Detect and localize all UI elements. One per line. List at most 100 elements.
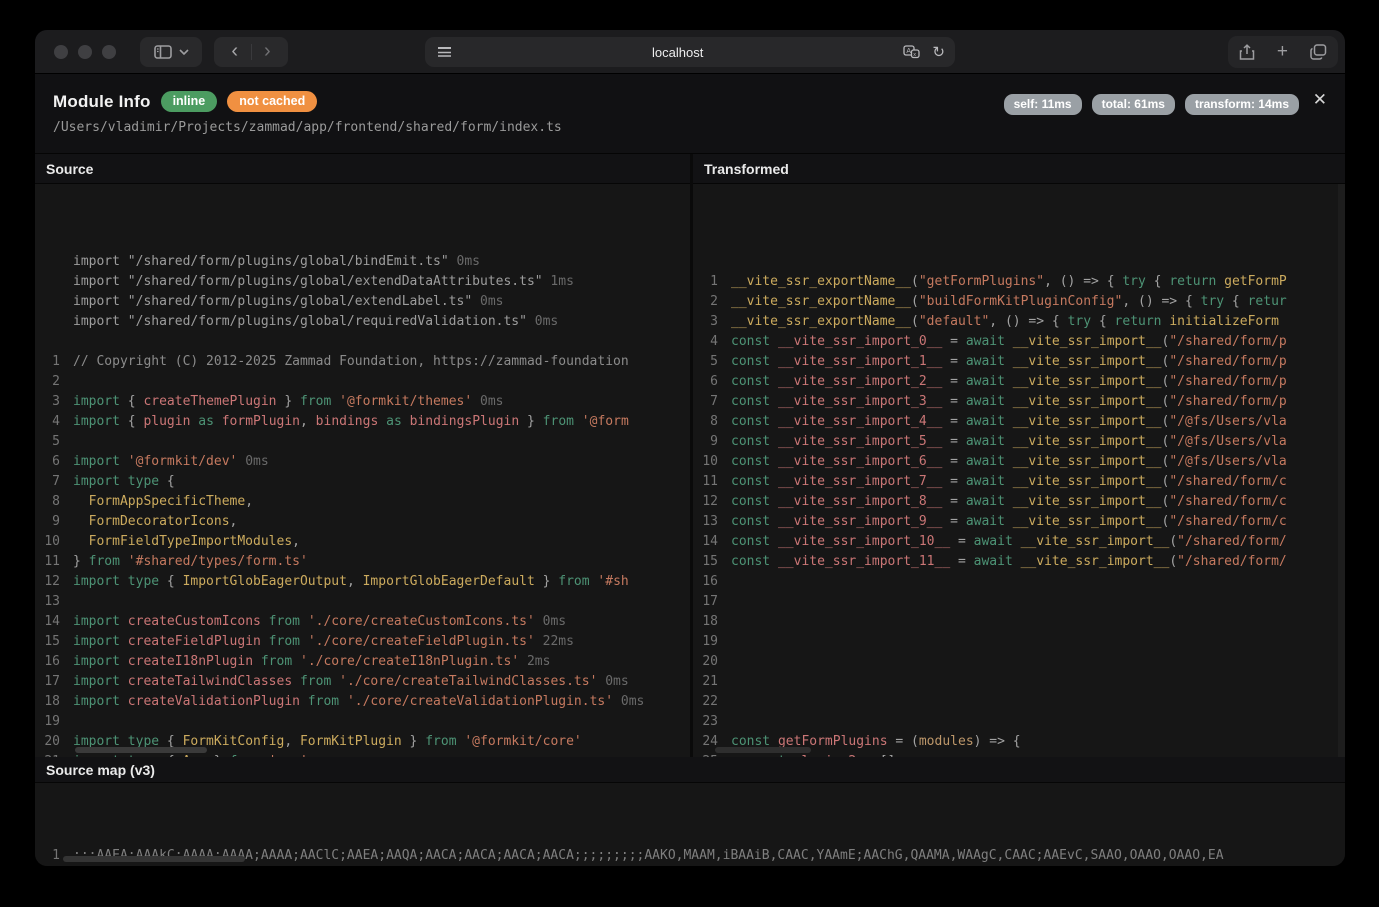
inline-badge: inline <box>161 91 218 112</box>
code-line: 10const __vite_ssr_import_6__ = await __… <box>693 452 1345 472</box>
line-number: 5 <box>693 352 731 372</box>
transformed-code-area[interactable]: 1__vite_ssr_exportName__("getFormPlugins… <box>693 184 1345 757</box>
self-time-badge: self: 11ms <box>1004 94 1082 115</box>
new-tab-button[interactable]: + <box>1277 41 1288 63</box>
sourcemap-code-area[interactable]: 1;;;AAEA;AAAkC;AAAA;AAAA;AAAA;AAClC;AAEA… <box>35 783 1345 866</box>
line-number: 20 <box>693 652 731 672</box>
line-number: 8 <box>35 492 73 512</box>
line-number: 1 <box>35 352 73 372</box>
translate-icon[interactable]: A x <box>903 45 920 59</box>
timing-badges: self: 11ms total: 61ms transform: 14ms <box>1004 94 1299 115</box>
line-number: 8 <box>693 412 731 432</box>
code-line: 11} from '#shared/types/form.ts' <box>35 552 690 572</box>
line-number: 21 <box>693 672 731 692</box>
line-number: 13 <box>693 512 731 532</box>
line-number: 14 <box>693 532 731 552</box>
line-number: 7 <box>35 472 73 492</box>
close-icon[interactable]: ✕ <box>1309 86 1331 114</box>
line-number: 3 <box>693 312 731 332</box>
nav-divider <box>251 44 252 60</box>
total-time-badge: total: 61ms <box>1092 94 1175 115</box>
code-line: 14const __vite_ssr_import_10__ = await _… <box>693 532 1345 552</box>
module-info-header: Module Info inline not cached /Users/vla… <box>35 74 1345 154</box>
code-line: 18 <box>693 612 1345 632</box>
code-line: 8 FormAppSpecificTheme, <box>35 492 690 512</box>
transformed-panel-title: Transformed <box>693 154 1345 184</box>
code-line: import "/shared/form/plugins/global/requ… <box>35 312 690 332</box>
forward-button[interactable]: › <box>264 40 271 63</box>
code-line: 6const __vite_ssr_import_2__ = await __v… <box>693 372 1345 392</box>
code-line: 12const __vite_ssr_import_8__ = await __… <box>693 492 1345 512</box>
code-line: 8const __vite_ssr_import_4__ = await __v… <box>693 412 1345 432</box>
code-line: 12import type { ImportGlobEagerOutput, I… <box>35 572 690 592</box>
code-line: 11const __vite_ssr_import_7__ = await __… <box>693 472 1345 492</box>
line-number: 12 <box>693 492 731 512</box>
code-line: 19 <box>693 632 1345 652</box>
svg-text:A: A <box>907 48 912 55</box>
transform-time-badge: transform: 14ms <box>1185 94 1299 115</box>
browser-toolbar: ‹ › localhost A x ↻ <box>35 30 1345 74</box>
line-number: 14 <box>35 612 73 632</box>
code-line: 15const __vite_ssr_import_11__ = await _… <box>693 552 1345 572</box>
line-number: 6 <box>35 452 73 472</box>
line-number: 16 <box>693 572 731 592</box>
code-line: 19 <box>35 712 690 732</box>
code-line: 4import { plugin as formPlugin, bindings… <box>35 412 690 432</box>
page-title: Module Info <box>53 92 151 112</box>
toolbar-right-buttons: + <box>1228 36 1338 68</box>
code-line: 4const __vite_ssr_import_0__ = await __v… <box>693 332 1345 352</box>
back-button[interactable]: ‹ <box>231 40 238 63</box>
source-code-area[interactable]: import "/shared/form/plugins/global/bind… <box>35 184 690 757</box>
module-path: /Users/vladimir/Projects/zammad/app/fron… <box>35 112 1345 135</box>
sourcemap-horizontal-scrollbar[interactable] <box>63 856 245 862</box>
code-line: 22 <box>693 692 1345 712</box>
line-number <box>35 252 73 272</box>
line-number: 2 <box>693 292 731 312</box>
reader-icon[interactable] <box>437 46 452 59</box>
line-number: 7 <box>693 392 731 412</box>
close-window-button[interactable] <box>54 45 68 59</box>
line-number: 15 <box>693 552 731 572</box>
line-number <box>35 292 73 312</box>
code-line: 16 <box>693 572 1345 592</box>
line-number: 9 <box>693 432 731 452</box>
line-number: 19 <box>35 712 73 732</box>
code-line: 21 <box>693 672 1345 692</box>
line-number: 2 <box>35 372 73 392</box>
transformed-panel: Transformed 1__vite_ssr_exportName__("ge… <box>690 154 1345 757</box>
line-number: 11 <box>693 472 731 492</box>
sidebar-icon <box>154 45 172 59</box>
address-bar[interactable]: localhost A x ↻ <box>425 37 955 67</box>
line-number: 1 <box>693 272 731 292</box>
traffic-lights[interactable] <box>54 45 116 59</box>
zoom-window-button[interactable] <box>102 45 116 59</box>
minimize-window-button[interactable] <box>78 45 92 59</box>
code-line: import "/shared/form/plugins/global/bind… <box>35 252 690 272</box>
line-number: 20 <box>35 732 73 752</box>
sidebar-toggle-button[interactable] <box>140 37 202 67</box>
transformed-horizontal-scrollbar[interactable] <box>715 747 811 753</box>
code-line: 17 <box>693 592 1345 612</box>
code-line: 10 FormFieldTypeImportModules, <box>35 532 690 552</box>
line-number <box>35 272 73 292</box>
line-number: 17 <box>35 672 73 692</box>
line-number: 9 <box>35 512 73 532</box>
reload-icon[interactable]: ↻ <box>932 43 945 61</box>
nav-buttons: ‹ › <box>214 37 288 67</box>
not-cached-badge: not cached <box>227 91 317 112</box>
code-line: 7const __vite_ssr_import_3__ = await __v… <box>693 392 1345 412</box>
source-horizontal-scrollbar[interactable] <box>75 747 207 753</box>
code-line: 9 FormDecoratorIcons, <box>35 512 690 532</box>
line-number: 18 <box>693 612 731 632</box>
code-line: 5const __vite_ssr_import_1__ = await __v… <box>693 352 1345 372</box>
code-line: 20 <box>693 652 1345 672</box>
line-number: 10 <box>35 532 73 552</box>
code-line: 14import createCustomIcons from './core/… <box>35 612 690 632</box>
code-line: import "/shared/form/plugins/global/exte… <box>35 272 690 292</box>
tab-overview-icon[interactable] <box>1310 44 1327 60</box>
line-number: 6 <box>693 372 731 392</box>
code-line: 18import createValidationPlugin from './… <box>35 692 690 712</box>
code-line: import "/shared/form/plugins/global/exte… <box>35 292 690 312</box>
transformed-vertical-scrollbar[interactable] <box>1338 184 1345 757</box>
share-icon[interactable] <box>1239 44 1255 61</box>
